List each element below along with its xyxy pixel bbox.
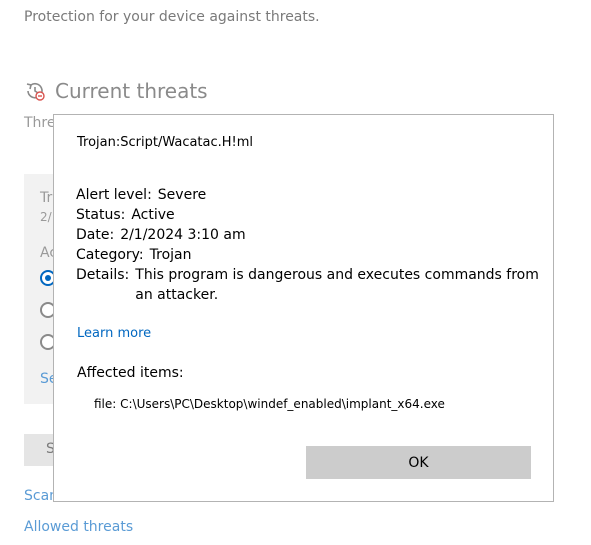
ok-button-label: OK bbox=[408, 454, 429, 471]
allowed-threats-link[interactable]: Allowed threats bbox=[24, 519, 133, 535]
ok-button[interactable]: OK bbox=[306, 446, 531, 479]
current-threats-heading: Current threats bbox=[55, 79, 208, 103]
alert-level-row: Alert level: Severe bbox=[76, 185, 545, 205]
file-label: file: bbox=[94, 397, 117, 411]
threat-card-name: Tr bbox=[40, 190, 53, 206]
status-row: Status: Active bbox=[76, 205, 545, 225]
alert-level-label: Alert level: bbox=[76, 187, 152, 203]
threat-card-date: 2/ bbox=[40, 210, 52, 224]
status-value: Active bbox=[131, 207, 175, 223]
status-label: Status: bbox=[76, 207, 126, 223]
learn-more-link[interactable]: Learn more bbox=[77, 326, 151, 341]
current-threats-description: Thre bbox=[24, 115, 56, 131]
details-row: Details: This program is dangerous and e… bbox=[76, 265, 545, 305]
category-row: Category: Trojan bbox=[76, 245, 545, 265]
date-value: 2/1/2024 3:10 am bbox=[120, 227, 246, 243]
file-path: C:\Users\PC\Desktop\windef_enabled\impla… bbox=[120, 397, 445, 411]
details-value: This program is dangerous and executes c… bbox=[135, 267, 539, 303]
threat-details-dialog: Trojan:Script/Wacatac.H!ml Alert level: … bbox=[53, 114, 554, 502]
affected-file-row: file: C:\Users\PC\Desktop\windef_enabled… bbox=[94, 397, 445, 411]
page-subtitle: Protection for your device against threa… bbox=[24, 9, 320, 25]
date-row: Date: 2/1/2024 3:10 am bbox=[76, 225, 545, 245]
alert-level-value: Severe bbox=[157, 187, 207, 203]
category-value: Trojan bbox=[149, 247, 192, 263]
dialog-title: Trojan:Script/Wacatac.H!ml bbox=[77, 135, 254, 150]
category-label: Category: bbox=[76, 247, 144, 263]
affected-items-heading: Affected items: bbox=[77, 365, 184, 381]
threat-fields: Alert level: Severe Status: Active Date:… bbox=[76, 185, 545, 305]
threat-history-icon bbox=[26, 82, 45, 101]
windows-security-page: Protection for your device against threa… bbox=[0, 0, 591, 545]
date-label: Date: bbox=[76, 227, 115, 243]
details-label: Details: bbox=[76, 267, 130, 283]
